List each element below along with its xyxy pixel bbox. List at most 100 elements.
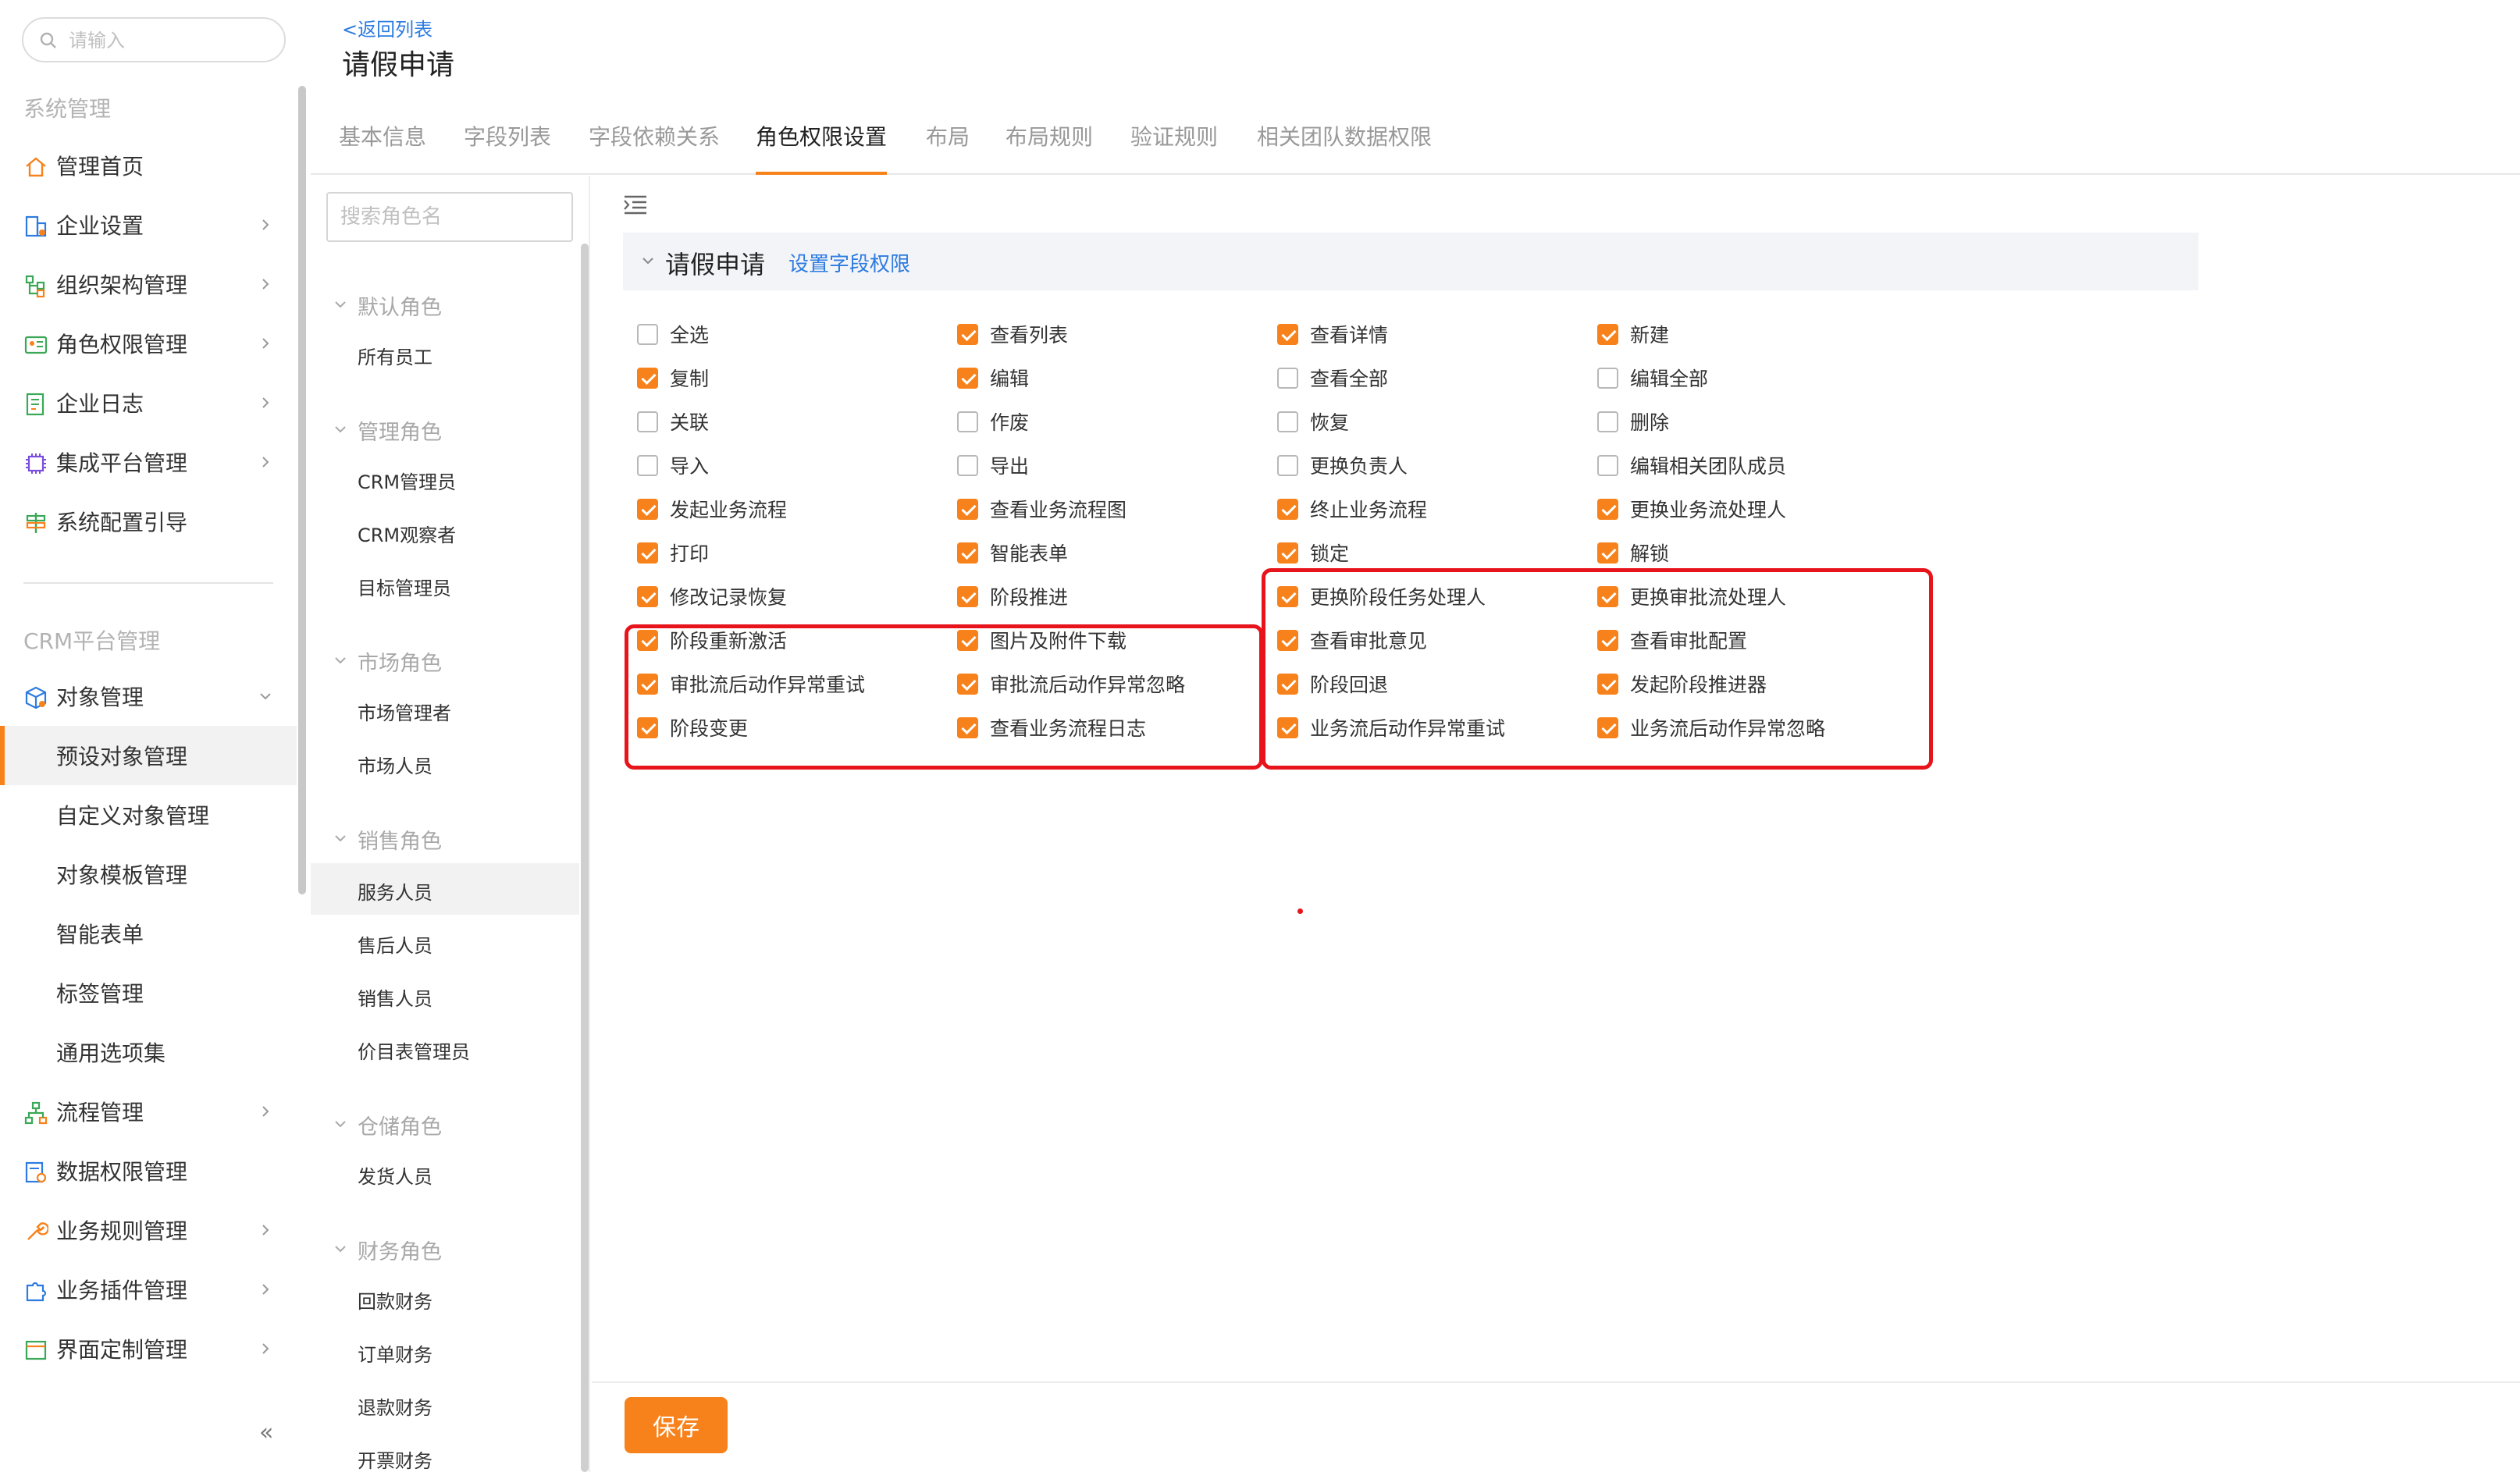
checkbox-unchecked[interactable]	[1597, 454, 1618, 476]
permission-item[interactable]: 查看详情	[1277, 318, 1388, 350]
checkbox-unchecked[interactable]	[637, 454, 658, 476]
set-field-permission-link[interactable]: 设置字段权限	[788, 248, 910, 277]
sidebar-item-integration[interactable]: 集成平台管理	[0, 432, 297, 492]
sidebar-item-smart-form[interactable]: 智能表单	[0, 904, 297, 963]
role-item[interactable]: 售后人员	[311, 916, 579, 968]
role-item[interactable]: 目标管理员	[311, 559, 579, 610]
permission-item[interactable]: 发起业务流程	[637, 493, 787, 524]
checkbox-checked[interactable]	[1277, 542, 1298, 564]
checkbox-unchecked[interactable]	[957, 454, 978, 476]
permission-item[interactable]: 导出	[957, 450, 1029, 481]
permission-item[interactable]: 打印	[637, 537, 709, 568]
sidebar-item-org[interactable]: 组织架构管理	[0, 254, 297, 314]
permission-item[interactable]: 编辑	[957, 362, 1029, 393]
role-item[interactable]: 发货人员	[311, 1147, 579, 1199]
permission-item[interactable]: 终止业务流程	[1277, 493, 1427, 524]
sidebar-item-enterprise-log[interactable]: 企业日志	[0, 373, 297, 432]
permission-item[interactable]: 删除	[1597, 406, 1669, 437]
permission-item[interactable]: 查看列表	[957, 318, 1068, 350]
sidebar-item-home[interactable]: 管理首页	[0, 136, 297, 195]
permission-item[interactable]: 编辑相关团队成员	[1597, 450, 1786, 481]
role-panel-scrollbar[interactable]	[581, 244, 589, 1472]
permission-item[interactable]: 复制	[637, 362, 709, 393]
sidebar-item-data-permission[interactable]: 数据权限管理	[0, 1141, 297, 1200]
permission-item[interactable]: 查看业务流程图	[957, 493, 1127, 524]
permission-item[interactable]: 全选	[637, 318, 709, 350]
checkbox-unchecked[interactable]	[1277, 454, 1298, 476]
role-group-marketing[interactable]: 市场角色	[311, 640, 576, 679]
tab-field-list[interactable]: 字段列表	[464, 120, 551, 172]
permission-item[interactable]: 作废	[957, 406, 1029, 437]
role-item[interactable]: 销售人员	[311, 969, 579, 1021]
checkbox-checked[interactable]	[1597, 542, 1618, 564]
tab-field-dependency[interactable]: 字段依赖关系	[589, 120, 720, 172]
checkbox-checked[interactable]	[637, 542, 658, 564]
role-item[interactable]: 所有员工	[311, 328, 579, 379]
indent-toggle-icon[interactable]	[623, 194, 648, 215]
sidebar-item-preset-objects[interactable]: 预设对象管理	[0, 726, 297, 785]
sidebar-item-object-templates[interactable]: 对象模板管理	[0, 844, 297, 904]
permission-item[interactable]: 阶段推进	[957, 581, 1068, 612]
checkbox-checked[interactable]	[1597, 323, 1618, 345]
permission-item[interactable]: 编辑全部	[1597, 362, 1708, 393]
checkbox-checked[interactable]	[957, 542, 978, 564]
checkbox-unchecked[interactable]	[957, 411, 978, 432]
role-group-finance[interactable]: 财务角色	[311, 1228, 576, 1268]
checkbox-checked[interactable]	[957, 585, 978, 607]
tab-validation-rules[interactable]: 验证规则	[1130, 120, 1218, 172]
tab-basic-info[interactable]: 基本信息	[339, 120, 426, 172]
checkbox-checked[interactable]	[637, 367, 658, 389]
sidebar-item-custom-objects[interactable]: 自定义对象管理	[0, 785, 297, 844]
permission-item[interactable]: 修改记录恢复	[637, 581, 787, 612]
checkbox-checked[interactable]	[957, 498, 978, 520]
chevron-down-icon[interactable]	[640, 253, 656, 268]
checkbox-unchecked[interactable]	[1277, 411, 1298, 432]
checkbox-checked[interactable]	[957, 323, 978, 345]
role-item-selected[interactable]: 服务人员	[311, 863, 579, 915]
role-item[interactable]: 市场人员	[311, 737, 579, 788]
role-item[interactable]: 价目表管理员	[311, 1022, 579, 1074]
checkbox-unchecked[interactable]	[1277, 367, 1298, 389]
sidebar-item-ui-customization[interactable]: 界面定制管理	[0, 1319, 297, 1378]
role-group-sales[interactable]: 销售角色	[311, 818, 576, 857]
sidebar-search[interactable]	[22, 17, 286, 62]
tab-layout[interactable]: 布局	[926, 120, 970, 172]
role-item[interactable]: CRM观察者	[311, 506, 579, 557]
checkbox-unchecked[interactable]	[637, 323, 658, 345]
checkbox-checked[interactable]	[957, 367, 978, 389]
sidebar-scrollbar[interactable]	[298, 86, 306, 894]
role-item[interactable]: 订单财务	[311, 1325, 579, 1377]
sidebar-item-business-rules[interactable]: 业务规则管理	[0, 1200, 297, 1260]
tab-team-data-permission[interactable]: 相关团队数据权限	[1257, 120, 1432, 172]
sidebar-item-enterprise-settings[interactable]: 企业设置	[0, 195, 297, 254]
role-item[interactable]: 退款财务	[311, 1378, 579, 1430]
permission-item[interactable]: 更换业务流处理人	[1597, 493, 1786, 524]
checkbox-checked[interactable]	[1277, 498, 1298, 520]
sidebar-item-config-guide[interactable]: 系统配置引导	[0, 492, 297, 551]
role-search-input[interactable]	[326, 192, 573, 242]
checkbox-checked[interactable]	[1277, 323, 1298, 345]
checkbox-checked[interactable]	[637, 498, 658, 520]
sidebar-item-tag-management[interactable]: 标签管理	[0, 963, 297, 1022]
permission-item[interactable]: 新建	[1597, 318, 1669, 350]
sidebar-item-process[interactable]: 流程管理	[0, 1082, 297, 1141]
role-group-warehouse[interactable]: 仓储角色	[311, 1104, 576, 1143]
sidebar-item-business-plugins[interactable]: 业务插件管理	[0, 1260, 297, 1319]
sidebar-item-role-permission[interactable]: 角色权限管理	[0, 314, 297, 373]
collapse-sidebar-button[interactable]: «	[259, 1419, 273, 1446]
save-button[interactable]: 保存	[625, 1397, 728, 1453]
permission-item[interactable]: 查看全部	[1277, 362, 1388, 393]
checkbox-checked[interactable]	[1597, 498, 1618, 520]
tab-role-permission[interactable]: 角色权限设置	[756, 120, 888, 175]
permission-item[interactable]: 解锁	[1597, 537, 1669, 568]
checkbox-checked[interactable]	[637, 585, 658, 607]
sidebar-search-input[interactable]	[69, 27, 272, 55]
back-to-list-link[interactable]: <返回列表	[342, 14, 432, 41]
permission-item[interactable]: 关联	[637, 406, 709, 437]
permission-item[interactable]: 智能表单	[957, 537, 1068, 568]
role-item[interactable]: 开票财务	[311, 1431, 579, 1472]
role-item[interactable]: 回款财务	[311, 1272, 579, 1324]
sidebar-item-object-management[interactable]: 对象管理	[0, 667, 297, 726]
permission-item[interactable]: 更换负责人	[1277, 450, 1408, 481]
checkbox-unchecked[interactable]	[1597, 367, 1618, 389]
